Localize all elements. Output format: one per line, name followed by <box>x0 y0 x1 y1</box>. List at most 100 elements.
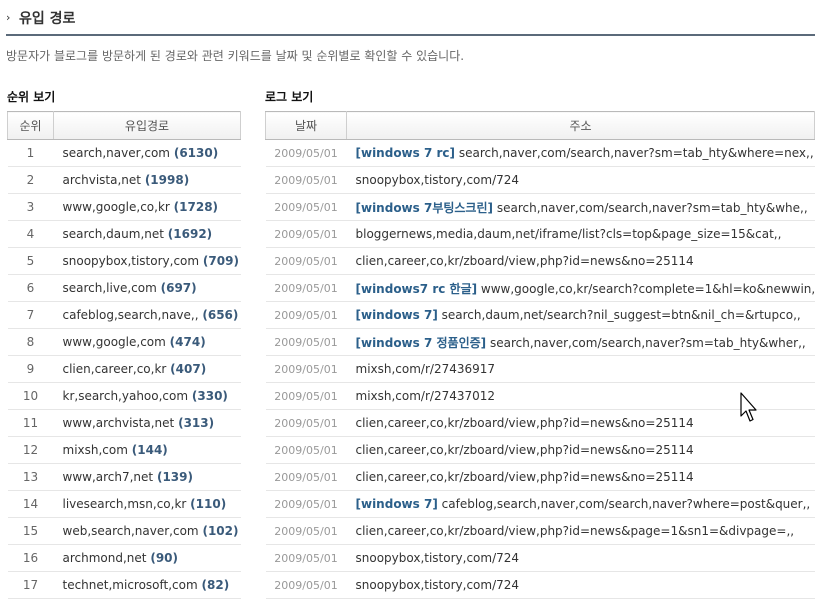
rank-number: 7 <box>7 301 54 329</box>
visit-count: (144) <box>131 443 168 457</box>
table-row: 2009/05/01 clien,career,co,kr/zboard/view… <box>265 247 815 275</box>
source-link[interactable]: search,daum,net <box>63 227 164 241</box>
address-link[interactable]: clien,career,co,kr/zboard/view,php?id=ne… <box>356 524 795 538</box>
address-cell: [windows 7부팅스크린] search,naver,com/search… <box>346 193 815 221</box>
visit-count: (1998) <box>144 173 190 187</box>
address-link[interactable]: bloggernews,media,daum,net/iframe/list?c… <box>356 227 782 241</box>
address-link[interactable]: mixsh,com/r/27436917 <box>356 362 496 376</box>
mouse-cursor-icon <box>740 392 757 422</box>
table-row: 15 web,search,naver,com (102) <box>7 517 241 545</box>
source-cell: cafeblog,search,nave,, (656) <box>53 301 241 329</box>
log-date: 2009/05/01 <box>265 220 347 248</box>
address-link[interactable]: clien,career,co,kr/zboard/view,php?id=ne… <box>356 470 694 484</box>
source-link[interactable]: www,google,co,kr <box>63 200 170 214</box>
source-link[interactable]: mixsh,com <box>63 443 128 457</box>
rank-number: 9 <box>7 355 54 383</box>
address-cell: clien,career,co,kr/zboard/view,php?id=ne… <box>346 463 815 491</box>
rank-number: 17 <box>7 571 54 599</box>
address-link[interactable]: clien,career,co,kr/zboard/view,php?id=ne… <box>356 254 694 268</box>
source-cell: mixsh,com (144) <box>53 436 241 464</box>
source-link[interactable]: snoopybox,tistory,com <box>63 254 200 268</box>
log-date: 2009/05/01 <box>265 247 347 275</box>
table-row: 2 archvista,net (1998) <box>7 166 241 194</box>
column-header-rank[interactable]: 순위 <box>7 111 54 140</box>
source-link[interactable]: cafeblog,search,nave,, <box>63 308 199 322</box>
column-header-address[interactable]: 주소 <box>346 111 815 140</box>
visit-count: (656) <box>202 308 239 322</box>
address-link[interactable]: search,naver,com/search,naver?sm=tab_hty… <box>459 146 814 160</box>
rank-number: 12 <box>7 436 54 464</box>
source-link[interactable]: web,search,naver,com <box>63 524 199 538</box>
table-row: 2009/05/01 snoopybox,tistory,com/724 <box>265 166 815 194</box>
search-keyword: [windows 7부팅스크린] <box>355 200 494 215</box>
source-link[interactable]: technet,microsoft,com <box>63 578 198 592</box>
address-cell: clien,career,co,kr/zboard/view,php?id=ne… <box>346 436 815 464</box>
table-row: 2009/05/01 [windows 7 정품인증] search,naver,… <box>265 328 815 356</box>
visit-count: (709) <box>202 254 239 268</box>
source-link[interactable]: livesearch,msn,co,kr <box>63 497 187 511</box>
search-keyword: [windows 7 정품인증] <box>355 335 487 350</box>
source-cell: livesearch,msn,co,kr (110) <box>53 490 241 518</box>
address-link[interactable]: clien,career,co,kr/zboard/view,php?id=ne… <box>356 443 694 457</box>
table-row: 2009/05/01 [windows 7 rc] search,naver,co… <box>265 139 815 167</box>
address-link[interactable]: snoopybox,tistory,com/724 <box>356 578 520 592</box>
source-cell: search,naver,com (6130) <box>53 139 241 167</box>
source-link[interactable]: search,naver,com <box>63 146 171 160</box>
address-link[interactable]: cafeblog,search,naver,com/search,naver?w… <box>442 497 811 511</box>
address-link[interactable]: snoopybox,tistory,com/724 <box>356 551 520 565</box>
log-date: 2009/05/01 <box>265 463 347 491</box>
rank-table: 순위 유입경로 1 search,naver,com (6130) 2 archvis… <box>7 111 241 599</box>
source-link[interactable]: search,live,com <box>63 281 157 295</box>
address-cell: clien,career,co,kr/zboard/view,php?id=ne… <box>346 247 815 275</box>
address-cell: snoopybox,tistory,com/724 <box>346 571 815 599</box>
table-row: 2009/05/01 mixsh,com/r/27437012 <box>265 382 815 410</box>
table-row: 2009/05/01 [windows 7] cafeblog,search,na… <box>265 490 815 518</box>
source-link[interactable]: www,google,com <box>63 335 166 349</box>
source-link[interactable]: www,archvista,net <box>63 416 175 430</box>
log-date: 2009/05/01 <box>265 544 347 572</box>
table-row: 2009/05/01 snoopybox,tistory,com/724 <box>265 571 815 599</box>
table-row: 5 snoopybox,tistory,com (709) <box>7 247 241 275</box>
source-link[interactable]: archvista,net <box>63 173 141 187</box>
log-date: 2009/05/01 <box>265 409 347 437</box>
visit-count: (1728) <box>173 200 219 214</box>
page-description: 방문자가 블로그를 방문하게 된 경로와 관련 키워드를 날짜 및 순위별로 확… <box>6 49 465 63</box>
address-cell: bloggernews,media,daum,net/iframe/list?c… <box>346 220 815 248</box>
source-link[interactable]: www,arch7,net <box>63 470 154 484</box>
table-row: 2009/05/01 [windows 7부팅스크린] search,naver,… <box>265 193 815 221</box>
address-link[interactable]: www,google,co,kr/search?complete=1&hl=ko… <box>481 282 815 296</box>
source-link[interactable]: archmond,net <box>63 551 147 565</box>
log-date: 2009/05/01 <box>265 382 347 410</box>
table-row: 10 kr,search,yahoo,com (330) <box>7 382 241 410</box>
address-cell: clien,career,co,kr/zboard/view,php?id=ne… <box>346 517 815 545</box>
table-row: 8 www,google,com (474) <box>7 328 241 356</box>
address-link[interactable]: search,naver,com/search,naver?sm=tab_hty… <box>497 201 808 215</box>
search-keyword: [windows 7 rc] <box>355 146 456 160</box>
source-link[interactable]: clien,career,co,kr <box>63 362 167 376</box>
visit-count: (110) <box>190 497 227 511</box>
address-link[interactable]: snoopybox,tistory,com/724 <box>356 173 520 187</box>
table-row: 4 search,daum,net (1692) <box>7 220 241 248</box>
source-cell: archmond,net (90) <box>53 544 241 572</box>
log-date: 2009/05/01 <box>265 571 347 599</box>
table-row: 2009/05/01 clien,career,co,kr/zboard/view… <box>265 463 815 491</box>
address-cell: snoopybox,tistory,com/724 <box>346 166 815 194</box>
column-header-date[interactable]: 날짜 <box>265 111 347 140</box>
source-cell: www,google,com (474) <box>53 328 241 356</box>
address-link[interactable]: search,naver,com/search,naver?sm=tab_hty… <box>490 336 806 350</box>
rank-section-title: 순위 보기 <box>7 90 56 104</box>
address-link[interactable]: mixsh,com/r/27437012 <box>356 389 496 403</box>
rank-number: 10 <box>7 382 54 410</box>
log-date: 2009/05/01 <box>265 517 347 545</box>
table-row: 11 www,archvista,net (313) <box>7 409 241 437</box>
table-row: 2009/05/01 [windows 7] search,daum,net/se… <box>265 301 815 329</box>
address-link[interactable]: search,daum,net/search?nil_suggest=btn&n… <box>442 308 801 322</box>
visit-count: (407) <box>170 362 207 376</box>
column-header-source[interactable]: 유입경로 <box>53 111 241 140</box>
address-link[interactable]: clien,career,co,kr/zboard/view,php?id=ne… <box>356 416 694 430</box>
rank-number: 13 <box>7 463 54 491</box>
visit-count: (82) <box>201 578 230 592</box>
address-cell: [windows7 rc 한글] www,google,co,kr/search… <box>346 274 815 302</box>
table-row: 3 www,google,co,kr (1728) <box>7 193 241 221</box>
source-link[interactable]: kr,search,yahoo,com <box>63 389 189 403</box>
